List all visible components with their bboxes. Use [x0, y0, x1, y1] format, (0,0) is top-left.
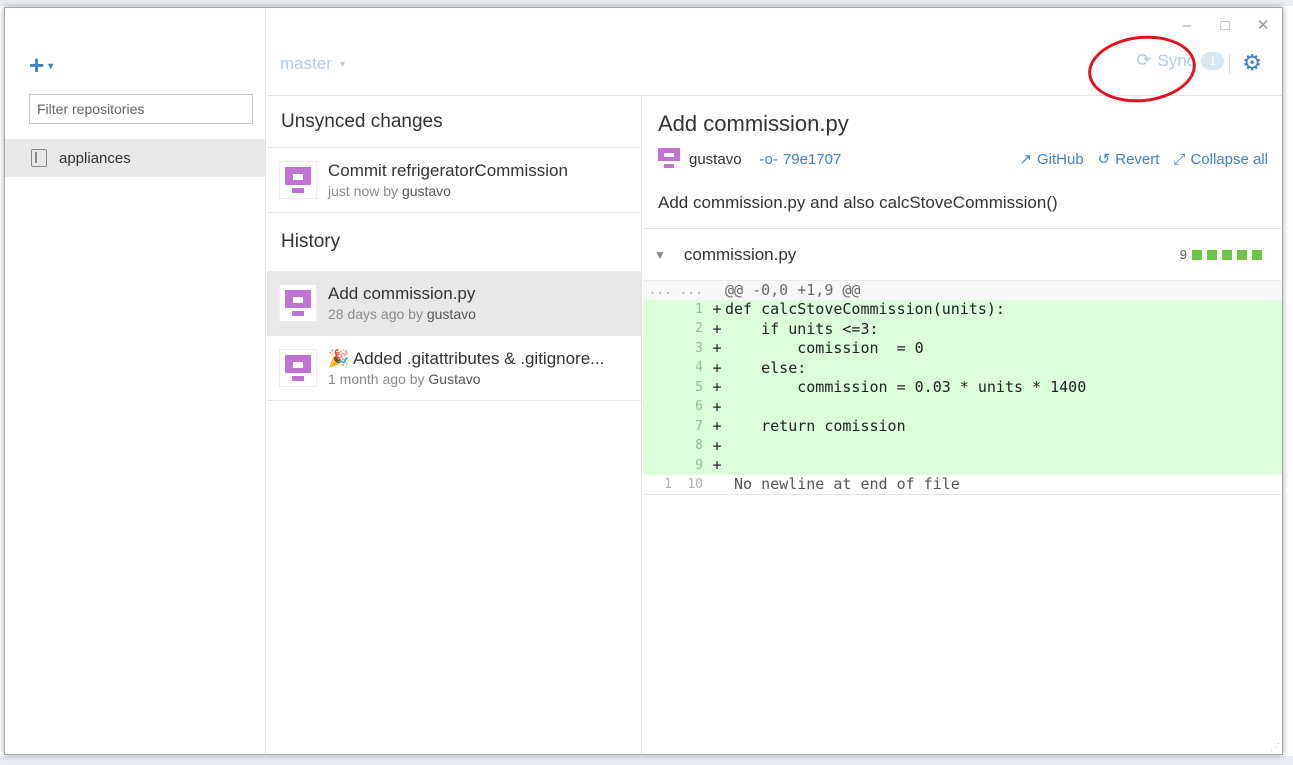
diff-line-context: 1 10 No newline at end of file	[643, 475, 1282, 495]
file-header[interactable]: ▼ commission.py 9	[643, 228, 1282, 280]
diff-line-added: 6 +	[643, 397, 1282, 417]
commit-row-unsynced[interactable]: Commit refrigeratorCommission just now b…	[267, 148, 641, 213]
open-github-button[interactable]: ↗ GitHub	[1019, 150, 1083, 169]
file-name: commission.py	[683, 244, 797, 264]
chevron-down-icon: ▾	[48, 61, 54, 72]
diff-line-added: 5 + commission = 0.03 * units * 1400	[643, 377, 1282, 397]
resize-grip-icon[interactable]: ⋰	[1270, 742, 1280, 753]
repo-icon	[31, 149, 47, 167]
commit-title: Commit refrigeratorCommission	[328, 161, 568, 180]
party-popper-icon: 🎉	[328, 349, 350, 368]
commit-detail-title: Add commission.py	[658, 111, 849, 136]
commit-detail-meta: gustavo -o- 79e1707 ↗ GitHub ↺ Revert ⤢ …	[658, 148, 1268, 170]
diff-line-added: 2 + if units <=3:	[643, 319, 1282, 339]
commit-sha-link[interactable]: -o- 79e1707	[760, 151, 842, 168]
github-desktop-window: – □ ✕ + ▾ appliances master ▾ ⟳ Sync 1 ⚙…	[4, 7, 1283, 755]
diff-line-added: 8 +	[643, 436, 1282, 456]
revert-icon: ↺	[1097, 151, 1111, 168]
filter-repositories-input[interactable]	[29, 94, 253, 124]
commit-title: 🎉 Added .gitattributes & .gitignore...	[328, 349, 605, 368]
diff-line-added: 9 +	[643, 455, 1282, 475]
collapse-all-button[interactable]: ⤢ Collapse all	[1173, 150, 1268, 168]
avatar	[279, 349, 317, 387]
branch-name: master	[280, 54, 332, 73]
unsynced-changes-heading: Unsynced changes	[267, 97, 641, 148]
commit-row-history[interactable]: 🎉 Added .gitattributes & .gitignore... 1…	[267, 336, 641, 401]
commit-list-panel: Unsynced changes Commit refrigeratorComm…	[267, 97, 642, 754]
commit-title: Add commission.py	[328, 284, 476, 303]
sidebar-item-appliances[interactable]: appliances	[5, 139, 265, 177]
commit-meta: 28 days ago by gustavo	[328, 306, 476, 322]
revert-button[interactable]: ↺ Revert	[1097, 150, 1160, 169]
commit-meta: just now by gustavo	[328, 183, 451, 199]
avatar	[279, 284, 317, 322]
commit-icon: -o-	[759, 150, 778, 168]
add-repository-button[interactable]: + ▾	[29, 50, 53, 81]
background-window-edge	[0, 756, 1293, 765]
commit-row-history-selected[interactable]: Add commission.py 28 days ago by gustavo	[267, 271, 641, 336]
settings-gear-icon[interactable]: ⚙	[1242, 50, 1262, 76]
commit-detail-panel: Add commission.py gustavo -o- 79e1707 ↗ …	[643, 97, 1282, 754]
commit-actions: ↗ GitHub ↺ Revert ⤢ Collapse all	[1019, 150, 1268, 169]
commit-description: Add commission.py and also calcStoveComm…	[658, 193, 1058, 212]
diff-line-added: 4 + else:	[643, 358, 1282, 378]
collapse-icon: ⤢	[1173, 150, 1186, 168]
sync-count-badge: 1	[1201, 51, 1224, 70]
repository-sidebar: + ▾ appliances	[5, 8, 266, 754]
diff-line-added: 7 + return comission	[643, 416, 1282, 436]
avatar	[658, 148, 680, 170]
background-window-edge	[0, 0, 1293, 6]
diff-line-added: 3 + comission = 0	[643, 338, 1282, 358]
file-change-stat: 9	[1180, 247, 1262, 262]
diff-hunk-header: ... ... @@ -0,0 +1,9 @@	[643, 280, 1282, 300]
toolbar-divider	[1229, 54, 1230, 74]
branch-selector[interactable]: master ▾	[280, 54, 345, 74]
plus-icon: +	[29, 50, 45, 80]
author-name: gustavo	[689, 150, 742, 168]
history-heading: History	[281, 231, 341, 252]
chevron-down-icon: ▾	[339, 58, 345, 70]
diff-view: ... ... @@ -0,0 +1,9 @@ 1 + def calcStoveC…	[643, 280, 1282, 495]
external-link-icon: ↗	[1019, 151, 1032, 168]
commit-meta: 1 month ago by Gustavo	[328, 371, 481, 387]
repo-name: appliances	[59, 149, 131, 167]
avatar	[279, 161, 317, 199]
triangle-down-icon: ▼	[654, 247, 666, 262]
diff-line-added: 1 + def calcStoveCommission(units):	[643, 299, 1282, 319]
